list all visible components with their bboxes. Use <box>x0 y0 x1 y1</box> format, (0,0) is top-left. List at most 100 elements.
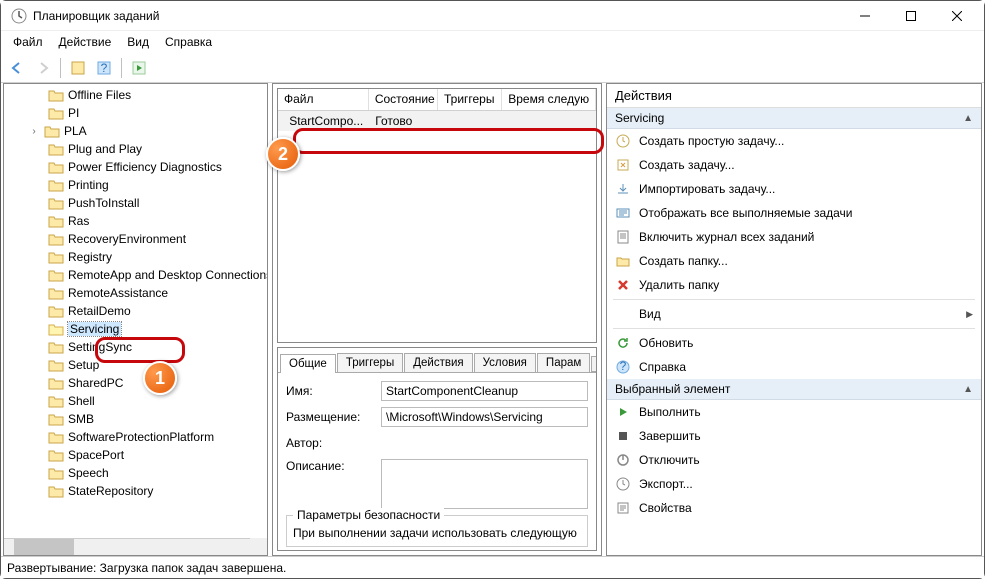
action-включить-журнал-всех-заданий[interactable]: Включить журнал всех заданий <box>607 225 981 249</box>
name-value[interactable]: StartComponentCleanup <box>381 381 588 401</box>
tree-item-speech[interactable]: Speech <box>4 464 267 482</box>
description-value[interactable] <box>381 459 588 509</box>
run-toolbar-button[interactable] <box>127 56 151 80</box>
action-справка[interactable]: ?Справка <box>607 355 981 379</box>
folder-icon <box>48 250 64 264</box>
tree-item-registry[interactable]: Registry <box>4 248 267 266</box>
tab-Условия[interactable]: Условия <box>474 353 536 372</box>
menu-file[interactable]: Файл <box>5 33 51 51</box>
tree-item-spaceport[interactable]: SpacePort <box>4 446 267 464</box>
tree-item-plug-and-play[interactable]: Plug and Play <box>4 140 267 158</box>
security-legend: Параметры безопасности <box>293 508 444 522</box>
back-button[interactable] <box>5 56 29 80</box>
tree-item-offline-files[interactable]: Offline Files <box>4 86 267 104</box>
maximize-button[interactable] <box>888 1 934 31</box>
actions-header: Действия <box>607 84 981 108</box>
menu-action[interactable]: Действие <box>51 33 120 51</box>
detail-tabs: ОбщиеТриггерыДействияУсловияПарам◂▸ <box>278 348 596 372</box>
forward-button[interactable] <box>31 56 55 80</box>
new-icon <box>615 157 631 173</box>
run-icon <box>615 404 631 420</box>
action-обновить[interactable]: Обновить <box>607 331 981 355</box>
task-list[interactable]: ФайлСостояниеТриггерыВремя следую StartC… <box>277 88 597 343</box>
column-header[interactable]: Состояние <box>369 89 438 110</box>
tree-item-shell[interactable]: Shell <box>4 392 267 410</box>
author-value <box>381 433 588 453</box>
collapse-icon: ▲ <box>963 113 973 124</box>
action-создать-задачу-[interactable]: Создать задачу... <box>607 153 981 177</box>
tree-item-setup[interactable]: Setup <box>4 356 267 374</box>
description-label: Описание: <box>286 459 381 473</box>
folder-icon <box>48 430 64 444</box>
folder-icon <box>44 124 60 138</box>
column-header[interactable]: Время следую <box>502 89 596 110</box>
action-создать-простую-задачу-[interactable]: Создать простую задачу... <box>607 129 981 153</box>
menubar: Файл Действие Вид Справка <box>1 31 984 53</box>
tree-item-ras[interactable]: Ras <box>4 212 267 230</box>
tree-item-power-efficiency-diagnostics[interactable]: Power Efficiency Diagnostics <box>4 158 267 176</box>
tree-item-settingsync[interactable]: SettingSync <box>4 338 267 356</box>
toolbar: ? <box>1 53 984 83</box>
minimize-button[interactable] <box>842 1 888 31</box>
action-отображать-все-выполняемые-задачи[interactable]: Отображать все выполняемые задачи <box>607 201 981 225</box>
actions-pane: Действия Servicing ▲ Создать простую зад… <box>606 83 982 556</box>
column-header[interactable]: Файл <box>278 89 369 110</box>
action-выполнить[interactable]: Выполнить <box>607 400 981 424</box>
action-отключить[interactable]: Отключить <box>607 448 981 472</box>
tab-scroll-left[interactable]: ◂ <box>591 356 597 372</box>
tree-item-remoteassistance[interactable]: RemoteAssistance <box>4 284 267 302</box>
disable-icon <box>615 452 631 468</box>
action-завершить[interactable]: Завершить <box>607 424 981 448</box>
action-удалить-папку[interactable]: Удалить папку <box>607 273 981 297</box>
action-свойства[interactable]: Свойства <box>607 496 981 520</box>
tree-item-pla[interactable]: ›PLA <box>4 122 267 140</box>
tab-Парам[interactable]: Парам <box>537 353 590 372</box>
menu-help[interactable]: Справка <box>157 33 220 51</box>
status-bar: Развертывание: Загрузка папок задач заве… <box>1 556 984 578</box>
action-импортировать-задачу-[interactable]: Импортировать задачу... <box>607 177 981 201</box>
name-label: Имя: <box>286 384 381 398</box>
task-list-header: ФайлСостояниеТриггерыВремя следую <box>278 89 596 111</box>
action-экспорт-[interactable]: Экспорт... <box>607 472 981 496</box>
tree-horizontal-scrollbar[interactable] <box>4 538 250 555</box>
tree-pane: Offline FilesPI›PLAPlug and PlayPower Ef… <box>3 83 268 556</box>
tree-item-sharedpc[interactable]: SharedPC <box>4 374 267 392</box>
help-toolbar-button[interactable]: ? <box>92 56 116 80</box>
tree-item-retaildemo[interactable]: RetailDemo <box>4 302 267 320</box>
tree-item-remoteapp-and-desktop-connections[interactable]: RemoteApp and Desktop Connections <box>4 266 267 284</box>
tree-item-recoveryenvironment[interactable]: RecoveryEnvironment <box>4 230 267 248</box>
scroll-corner <box>250 538 267 555</box>
tree-item-smb[interactable]: SMB <box>4 410 267 428</box>
props-icon <box>615 500 631 516</box>
action-вид[interactable]: Вид▶ <box>607 302 981 326</box>
view-icon <box>615 306 631 322</box>
tab-Общие[interactable]: Общие <box>280 354 336 373</box>
tree-item-servicing[interactable]: Servicing <box>4 320 267 338</box>
middle-pane: ФайлСостояниеТриггерыВремя следую StartC… <box>272 83 602 556</box>
folder-icon <box>48 394 64 408</box>
task-row[interactable]: StartCompo...Готово <box>278 111 596 131</box>
tab-Триггеры[interactable]: Триггеры <box>337 353 403 372</box>
action-создать-папку-[interactable]: Создать папку... <box>607 249 981 273</box>
chevron-right-icon: ▶ <box>966 309 973 320</box>
menu-view[interactable]: Вид <box>119 33 157 51</box>
folder-icon <box>48 466 64 480</box>
tree-item-softwareprotectionplatform[interactable]: SoftwareProtectionPlatform <box>4 428 267 446</box>
folder-icon <box>48 412 64 426</box>
column-header[interactable]: Триггеры <box>438 89 502 110</box>
folder-tree[interactable]: Offline FilesPI›PLAPlug and PlayPower Ef… <box>4 84 267 555</box>
actions-section-context[interactable]: Servicing ▲ <box>607 108 981 129</box>
status-text: Развертывание: Загрузка папок задач заве… <box>7 561 286 575</box>
tab-general-body: Имя: StartComponentCleanup Размещение: \… <box>278 372 596 550</box>
folder-icon <box>48 322 64 336</box>
tab-Действия[interactable]: Действия <box>404 353 472 372</box>
tree-item-staterepository[interactable]: StateRepository <box>4 482 267 500</box>
refresh-pane-button[interactable] <box>66 56 90 80</box>
tree-item-pi[interactable]: PI <box>4 104 267 122</box>
tree-item-printing[interactable]: Printing <box>4 176 267 194</box>
close-button[interactable] <box>934 1 980 31</box>
folder-icon <box>48 448 64 462</box>
actions-section-selected[interactable]: Выбранный элемент ▲ <box>607 379 981 400</box>
author-label: Автор: <box>286 436 381 450</box>
tree-item-pushtoinstall[interactable]: PushToInstall <box>4 194 267 212</box>
